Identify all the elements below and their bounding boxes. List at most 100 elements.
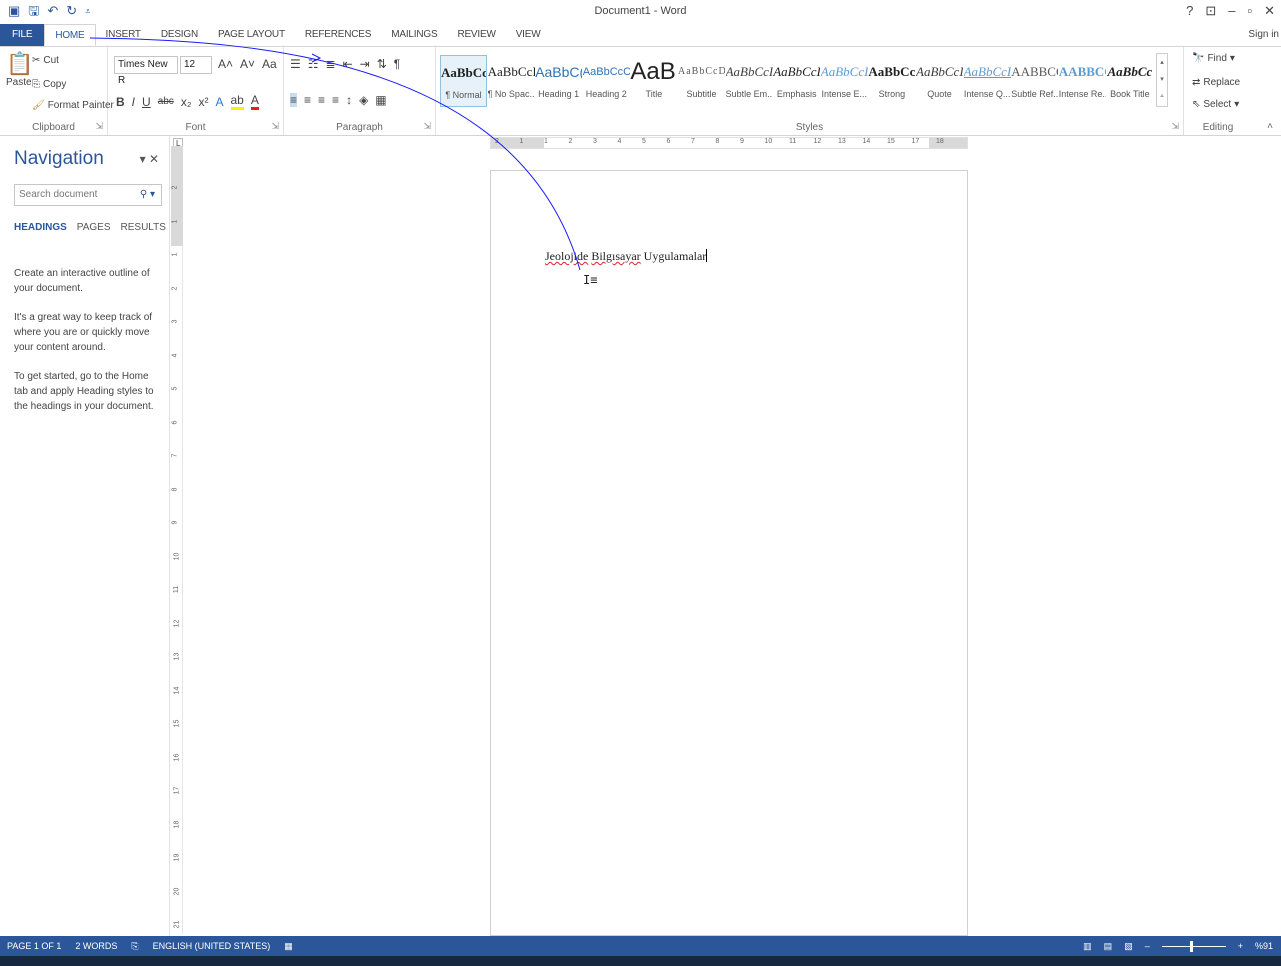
tab-review[interactable]: REVIEW	[447, 24, 505, 46]
decrease-indent-icon[interactable]: ⇤	[343, 57, 353, 71]
zoom-out-icon[interactable]: –	[1145, 941, 1150, 951]
pane-options-icon[interactable]: ▾	[140, 152, 146, 166]
web-layout-icon[interactable]: ▧	[1124, 941, 1133, 952]
horizontal-ruler[interactable]: 2 1 1 2 3 4 5 6 7 8 9 10 11 12 13 14 15 17 18	[490, 137, 968, 149]
proofing-icon[interactable]: ⎘	[124, 941, 145, 952]
tab-view[interactable]: VIEW	[506, 24, 551, 46]
word-jeolojide[interactable]: Jeolojide	[545, 249, 588, 263]
nav-tab-headings[interactable]: HEADINGS	[14, 222, 67, 233]
replace-button[interactable]: ⇄ Replace	[1192, 77, 1240, 88]
sign-in-link[interactable]: Sign in	[1248, 29, 1279, 40]
vertical-ruler[interactable]: 2 1 1 2 3 4 5 6 7 8 9 10 11 12 13 14 15 16 17 18 19 20 21	[171, 146, 183, 934]
subscript-icon[interactable]: x₂	[181, 95, 192, 109]
underline-icon[interactable]: U	[142, 95, 151, 109]
change-case-icon[interactable]: Aa	[262, 57, 277, 71]
copy-button[interactable]: ⎘ Copy	[32, 79, 66, 90]
style-intense-e[interactable]: AaBbCcI Intense E...	[821, 55, 868, 107]
justify-icon[interactable]: ≡	[332, 93, 339, 107]
grow-font-icon[interactable]: A˄	[218, 57, 233, 71]
styles-scroll[interactable]: ▴ ▾ ⩡	[1156, 53, 1168, 107]
style-intense-re[interactable]: AABBCC Intense Re...	[1059, 55, 1106, 107]
font-size-combo[interactable]: 12	[180, 56, 212, 74]
increase-indent-icon[interactable]: ⇥	[360, 57, 370, 71]
pilcrow-icon[interactable]: ¶	[394, 57, 400, 71]
nav-tab-results[interactable]: RESULTS	[121, 222, 166, 233]
style-subtle-ref[interactable]: AABBCC Subtle Ref...	[1011, 55, 1058, 107]
style-subtitle[interactable]: AaBbCcD Subtitle	[678, 55, 725, 107]
font-color-icon[interactable]: A	[250, 93, 259, 110]
format-painter-button[interactable]: 🖌 Format Painter	[32, 100, 114, 111]
macro-record-icon[interactable]: ▦	[277, 941, 300, 952]
style-heading-1[interactable]: AaBbC(Heading 1	[535, 55, 582, 107]
select-button[interactable]: ⇖ Select ▾	[1192, 99, 1239, 110]
multilevel-list-icon[interactable]: ≣	[326, 57, 336, 71]
clipboard-launcher-icon[interactable]: ⇲	[95, 121, 103, 132]
style-quote[interactable]: AaBbCcI Quote	[916, 55, 963, 107]
borders-icon[interactable]: ▦	[375, 93, 386, 107]
tab-page-layout[interactable]: PAGE LAYOUT	[208, 24, 295, 46]
tab-home[interactable]: HOME	[44, 24, 96, 46]
language[interactable]: ENGLISH (UNITED STATES)	[146, 941, 278, 951]
align-right-icon[interactable]: ≡	[318, 93, 325, 107]
word-count[interactable]: 2 WORDS	[68, 941, 124, 951]
close-icon[interactable]: ✕	[1264, 3, 1275, 19]
zoom-level[interactable]: %91	[1255, 941, 1273, 951]
page-count[interactable]: PAGE 1 OF 1	[0, 941, 68, 951]
read-mode-icon[interactable]: ▥	[1083, 941, 1092, 952]
search-icon[interactable]: ⚲ ▾	[140, 185, 155, 205]
help-icon[interactable]: ?	[1186, 3, 1193, 19]
collapse-ribbon-icon[interactable]: ˄	[1267, 121, 1273, 132]
highlight-icon[interactable]: ab	[230, 93, 244, 110]
tab-insert[interactable]: INSERT	[96, 24, 151, 46]
tab-file[interactable]: FILE	[0, 24, 45, 46]
zoom-in-icon[interactable]: +	[1238, 941, 1243, 951]
bold-icon[interactable]: B	[116, 95, 125, 109]
align-left-icon[interactable]: ≡	[290, 93, 298, 107]
close-pane-icon[interactable]: ✕	[149, 152, 159, 166]
style-no-spac[interactable]: AaBbCcI ¶ No Spac...	[488, 55, 535, 107]
document-page[interactable]: Jeolojide Bilgısayar Uygulamalar I≡	[490, 170, 968, 936]
word-bilgisayar[interactable]: Bilgısayar	[591, 249, 640, 263]
shrink-font-icon[interactable]: A˅	[240, 57, 255, 71]
ruler-number: 18	[936, 138, 944, 145]
italic-icon[interactable]: I	[132, 95, 135, 109]
text-effects-icon[interactable]: A	[215, 95, 223, 109]
shading-icon[interactable]: ◈	[359, 93, 368, 107]
style-name: Strong	[878, 89, 906, 99]
tab-design[interactable]: DESIGN	[151, 24, 208, 46]
cut-button[interactable]: ✂ Cut	[32, 55, 59, 66]
minimize-icon[interactable]: –	[1228, 3, 1235, 19]
style-emphasis[interactable]: AaBbCcI Emphasis	[773, 55, 820, 107]
paragraph-launcher-icon[interactable]: ⇲	[423, 121, 431, 132]
tab-references[interactable]: REFERENCES	[295, 24, 381, 46]
align-center-icon[interactable]: ≡	[304, 93, 311, 107]
bullets-icon[interactable]: ☰	[290, 57, 301, 71]
zoom-slider[interactable]	[1161, 940, 1226, 952]
styles-launcher-icon[interactable]: ⇲	[1171, 121, 1179, 132]
style-book-title[interactable]: AaBbCc Book Title	[1106, 55, 1153, 107]
navigation-search-input[interactable]: Search document ⚲ ▾	[14, 184, 162, 206]
navigation-close[interactable]: ▾ ✕	[140, 152, 159, 166]
document-body-text[interactable]: Jeolojide Bilgısayar Uygulamalar	[545, 249, 708, 264]
superscript-icon[interactable]: x²	[198, 95, 208, 109]
style-normal[interactable]: AaBbCcI ¶ Normal	[440, 55, 487, 107]
numbering-icon[interactable]: ☷	[308, 57, 319, 71]
word-uygulamalar[interactable]: Uygulamalar	[644, 249, 707, 263]
sort-icon[interactable]: ⇅	[377, 57, 387, 71]
strikethrough-icon[interactable]: abc	[158, 96, 174, 107]
ribbon-display-options-icon[interactable]: ⊡	[1205, 3, 1216, 19]
tab-mailings[interactable]: MAILINGS	[381, 24, 447, 46]
style-subtle-em[interactable]: AaBbCcI Subtle Em...	[726, 55, 773, 107]
font-launcher-icon[interactable]: ⇲	[271, 121, 279, 132]
font-name-combo[interactable]: Times New R	[114, 56, 178, 86]
restore-icon[interactable]: ▫	[1247, 3, 1252, 19]
style-heading-2[interactable]: AaBbCcC Heading 2	[583, 55, 630, 107]
style-title[interactable]: AaB| Title	[630, 55, 677, 107]
style-strong[interactable]: AaBbCcl Strong	[868, 55, 915, 107]
line-spacing-icon[interactable]: ↕	[346, 93, 352, 107]
print-layout-icon[interactable]: ▤	[1104, 941, 1113, 952]
nav-tab-pages[interactable]: PAGES	[77, 222, 111, 233]
paste-button[interactable]: 📋 Paste	[6, 51, 33, 88]
find-button[interactable]: 🔭 Find ▾	[1192, 53, 1235, 64]
style-intense-q[interactable]: AaBbCcI Intense Q...	[964, 55, 1011, 107]
